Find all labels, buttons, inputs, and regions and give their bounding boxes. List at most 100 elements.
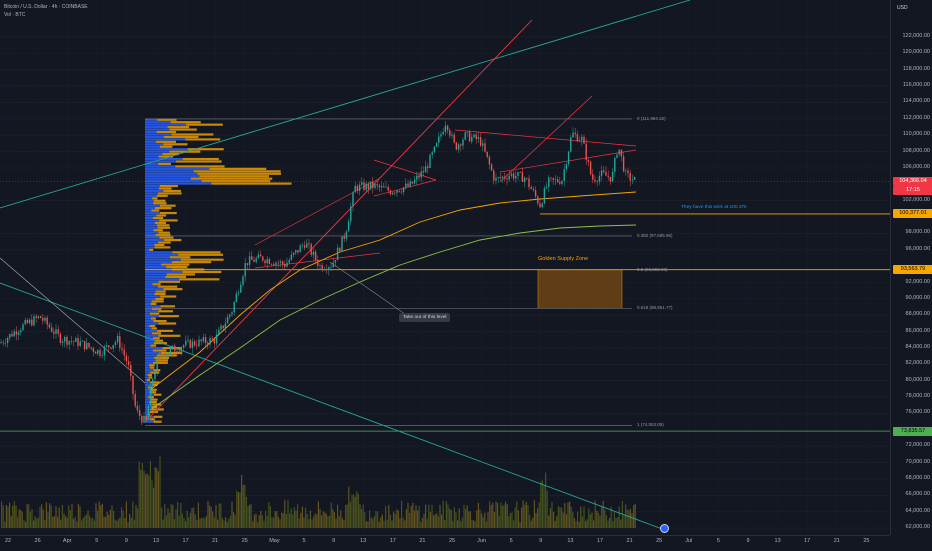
candle-body bbox=[475, 134, 477, 139]
volume-bar bbox=[297, 504, 299, 528]
volume-bar bbox=[453, 507, 455, 528]
volume-bar bbox=[437, 516, 439, 528]
volume-bar bbox=[452, 520, 454, 528]
volume-bar bbox=[500, 502, 502, 528]
profile-bar-blue bbox=[145, 364, 149, 367]
candle-body bbox=[286, 262, 288, 267]
volume-bar bbox=[393, 511, 395, 528]
time-axis[interactable]: 22 26 Apr 5 9 13 17 21 25 May 5 9 13 17 21 25 Jun 5 9 13 17 2… bbox=[0, 535, 890, 551]
volume-bar bbox=[481, 513, 483, 528]
profile-bar-blue bbox=[145, 251, 173, 254]
take-out-level-callout[interactable]: Take out of this level bbox=[399, 313, 451, 322]
volume-bar bbox=[135, 504, 137, 528]
profile-bar-yellow bbox=[151, 300, 164, 303]
candle-body bbox=[97, 349, 99, 354]
candle-body bbox=[376, 184, 378, 186]
candle-body bbox=[424, 166, 427, 173]
candle-body bbox=[11, 333, 13, 337]
volume-bar bbox=[2, 505, 4, 528]
volume-bar bbox=[191, 507, 193, 528]
price-axis[interactable]: USD 122,000.00 120,000.00 118,000.00 116,00… bbox=[890, 0, 932, 535]
price-tag: 104,366.04 bbox=[893, 176, 932, 186]
volume-bar bbox=[546, 490, 548, 528]
volume-bar bbox=[217, 519, 219, 528]
price-chart[interactable] bbox=[0, 0, 890, 535]
profile-bar-blue bbox=[145, 189, 164, 193]
candle-body bbox=[354, 185, 356, 193]
candle-body bbox=[589, 161, 592, 175]
candle-body bbox=[86, 342, 88, 350]
upper-channel-line bbox=[0, 0, 691, 209]
profile-bar-yellow bbox=[148, 376, 153, 379]
profile-bar-blue bbox=[145, 396, 149, 399]
volume-bar bbox=[125, 501, 127, 528]
symbol-legend[interactable]: Bitcoin / U.S. Dollar · 4h · COINBASE bbox=[4, 4, 88, 10]
candle-body bbox=[413, 179, 416, 184]
volume-bar bbox=[234, 515, 236, 528]
volume-bar bbox=[84, 515, 86, 528]
candle-body bbox=[473, 134, 475, 138]
volume-bar bbox=[412, 502, 414, 528]
volume-bar bbox=[1, 501, 3, 528]
volume-bar bbox=[383, 520, 385, 528]
go-to-realtime-icon[interactable] bbox=[660, 524, 669, 533]
price-tick-label: 92,000.00 bbox=[905, 278, 930, 285]
volume-bar bbox=[68, 505, 70, 528]
profile-bar-blue bbox=[145, 332, 152, 335]
candle-body bbox=[275, 262, 277, 266]
time-tick-label: 26 bbox=[34, 538, 41, 544]
volume-bar bbox=[521, 507, 523, 528]
candle-body bbox=[532, 189, 535, 191]
candle-body bbox=[255, 258, 257, 262]
volume-bar bbox=[20, 509, 22, 528]
time-tick-label: Jul bbox=[685, 538, 693, 544]
profile-bar-blue bbox=[145, 130, 157, 134]
volume-bar bbox=[391, 520, 393, 528]
volume-bar bbox=[388, 504, 390, 528]
volume-bar bbox=[369, 510, 371, 528]
candle-body bbox=[442, 132, 444, 135]
volume-bar bbox=[49, 503, 51, 528]
candle-body bbox=[257, 254, 260, 259]
time-tick-label: 25 bbox=[241, 538, 248, 544]
candle-body bbox=[15, 331, 18, 335]
profile-bar-blue bbox=[145, 209, 152, 212]
profile-bar-yellow bbox=[146, 378, 151, 382]
candle-body bbox=[559, 181, 561, 184]
candle-body bbox=[508, 175, 510, 180]
price-tick-label: 84,000.00 bbox=[905, 343, 930, 350]
candle-body bbox=[237, 292, 240, 294]
volume-bar bbox=[482, 517, 484, 528]
volume-bar bbox=[77, 503, 79, 528]
profile-bar-blue bbox=[145, 229, 154, 232]
candle-body bbox=[561, 180, 563, 184]
profile-bar-yellow bbox=[156, 140, 177, 143]
volume-bar bbox=[273, 517, 275, 528]
profile-bar-blue bbox=[145, 153, 163, 156]
volume-bar bbox=[372, 518, 374, 528]
time-tick-label: 17 bbox=[596, 538, 604, 544]
profile-bar-yellow bbox=[149, 248, 154, 251]
volume-bar bbox=[477, 502, 479, 528]
profile-bar-blue bbox=[145, 135, 164, 139]
profile-bar-blue bbox=[145, 148, 188, 151]
volume-bar bbox=[154, 467, 156, 528]
volume-bar bbox=[623, 515, 625, 528]
volume-bar bbox=[447, 504, 449, 528]
candle-body bbox=[240, 284, 242, 293]
volume-bar bbox=[228, 518, 230, 528]
volume-bar bbox=[153, 487, 155, 528]
profile-bar-yellow bbox=[169, 128, 197, 131]
volume-bar bbox=[516, 501, 518, 528]
profile-bar-blue bbox=[145, 292, 155, 296]
candle-body bbox=[158, 353, 161, 360]
candle-body bbox=[70, 340, 73, 342]
time-tick-label: 13 bbox=[152, 538, 160, 544]
volume-bar bbox=[330, 502, 332, 528]
volume-legend[interactable]: Vol · BTC bbox=[4, 12, 25, 18]
volume-bar bbox=[530, 520, 532, 528]
volume-bar bbox=[413, 510, 415, 528]
volume-bar bbox=[133, 519, 135, 528]
volume-bar bbox=[81, 520, 83, 528]
candle-body bbox=[211, 338, 213, 340]
